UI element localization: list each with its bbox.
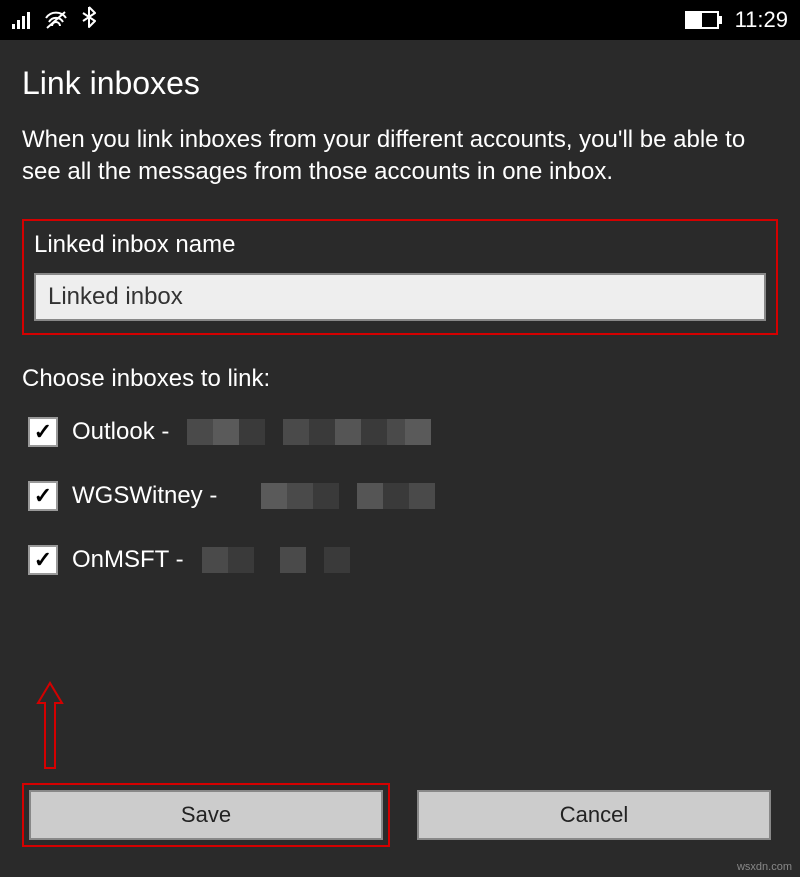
save-button[interactable]: Save — [29, 790, 383, 840]
cellular-signal-icon — [12, 11, 30, 29]
cancel-wrapper: Cancel — [410, 783, 778, 847]
linked-inbox-name-label: Linked inbox name — [34, 231, 766, 259]
inbox-item-onmsft[interactable]: ✓ OnMSFT - — [28, 545, 778, 575]
cancel-button[interactable]: Cancel — [417, 790, 771, 840]
checkbox-outlook[interactable]: ✓ — [28, 417, 58, 447]
checkmark-icon: ✓ — [34, 547, 52, 573]
checkmark-icon: ✓ — [34, 419, 52, 445]
watermark: wsxdn.com — [737, 861, 792, 873]
redacted-email-icon — [187, 419, 431, 445]
inbox-label-onmsft: OnMSFT - — [72, 546, 184, 574]
status-right: 11:29 — [685, 7, 788, 33]
save-annotation-box: Save — [22, 783, 390, 847]
page-description: When you link inboxes from your differen… — [22, 124, 778, 189]
inbox-label-wgswitney: WGSWitney - — [72, 482, 217, 510]
checkbox-onmsft[interactable]: ✓ — [28, 545, 58, 575]
wifi-icon — [44, 10, 68, 30]
clock-time: 11:29 — [735, 7, 788, 33]
inbox-item-wgswitney[interactable]: ✓ WGSWitney - — [28, 481, 778, 511]
inbox-label-outlook: Outlook - — [72, 418, 169, 446]
bluetooth-icon — [82, 6, 96, 34]
inbox-list: ✓ Outlook - ✓ WGSWitney - — [22, 417, 778, 575]
checkbox-wgswitney[interactable]: ✓ — [28, 481, 58, 511]
annotation-arrow-icon — [30, 678, 70, 783]
content-area: Link inboxes When you link inboxes from … — [0, 40, 800, 575]
status-bar: 11:29 — [0, 0, 800, 40]
redacted-email-icon — [235, 483, 435, 509]
choose-inboxes-label: Choose inboxes to link: — [22, 365, 778, 393]
inbox-item-outlook[interactable]: ✓ Outlook - — [28, 417, 778, 447]
redacted-email-icon — [202, 547, 350, 573]
linked-name-annotation-box: Linked inbox name — [22, 219, 778, 335]
battery-icon — [685, 11, 719, 29]
status-left — [12, 6, 96, 34]
button-row: Save Cancel — [22, 783, 778, 847]
checkmark-icon: ✓ — [34, 483, 52, 509]
linked-inbox-name-input[interactable] — [34, 273, 766, 321]
page-title: Link inboxes — [22, 65, 778, 102]
